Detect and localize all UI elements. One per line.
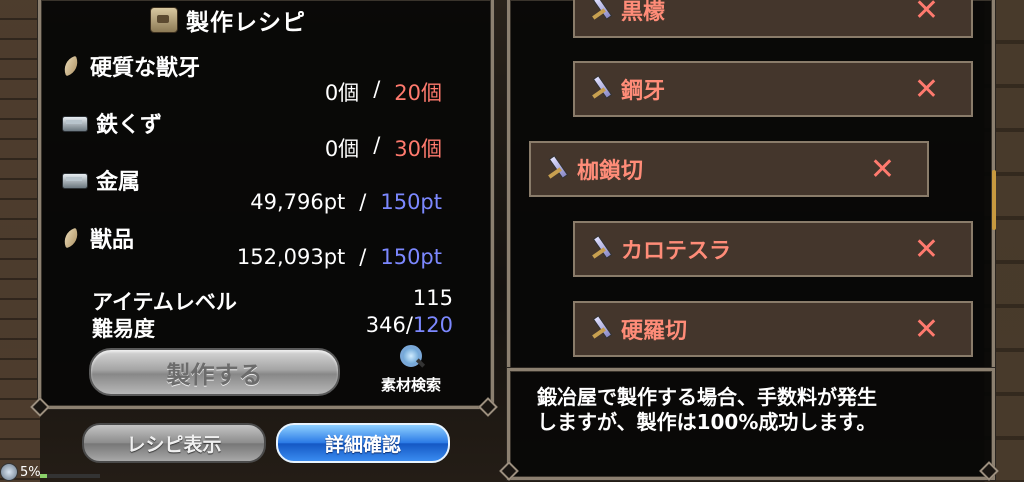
- material-name: 獣品: [90, 228, 135, 253]
- material-name: 硬質な獣牙: [90, 56, 201, 81]
- material-name: 鉄くず: [96, 113, 163, 138]
- material-need: 150pt: [380, 190, 442, 214]
- ingot-icon: [60, 170, 88, 190]
- material-quantity: 49,796pt / 150pt: [250, 190, 442, 214]
- sword-icon: [589, 317, 613, 341]
- material-name: 金属: [96, 170, 141, 195]
- remove-icon[interactable]: ✕: [914, 72, 939, 107]
- recipe-item[interactable]: 黒檬 ✕: [573, 0, 973, 38]
- show-recipe-label: レシピ表示: [126, 433, 222, 456]
- material-name-row: 硬質な獣牙: [60, 50, 200, 82]
- material-have: 152,093pt: [236, 245, 346, 269]
- material-have: 0個: [324, 137, 360, 161]
- status-progress-fill: [40, 474, 48, 478]
- quantity-separator: /: [359, 245, 367, 269]
- description-text: 鍛冶屋で製作する場合、手数料が発生 しますが、製作は100%成功します。: [537, 385, 977, 435]
- quantity-separator: /: [373, 133, 381, 157]
- recipe-name: カロテスラ: [621, 239, 732, 264]
- status-percent: 5%: [20, 464, 41, 480]
- item-level-label: アイテムレベル: [92, 290, 237, 314]
- panel-title: 製作レシピ: [150, 3, 306, 37]
- material-have: 49,796pt: [250, 190, 346, 214]
- details-label: 詳細確認: [324, 433, 401, 456]
- description-line: しますが、製作は100%成功します。: [537, 410, 877, 434]
- sword-icon: [545, 157, 569, 181]
- recipe-item[interactable]: カロテスラ ✕: [573, 221, 973, 277]
- difficulty-value: 346/120: [366, 313, 453, 337]
- remove-icon[interactable]: ✕: [914, 312, 939, 347]
- show-recipe-button[interactable]: レシピ表示: [82, 423, 266, 463]
- magnifier-icon: [398, 344, 424, 370]
- chest-icon: [150, 7, 178, 33]
- quantity-separator: /: [373, 77, 381, 101]
- details-button[interactable]: 詳細確認: [276, 423, 450, 463]
- sword-icon: [589, 237, 613, 261]
- recipe-name: 枷鎖切: [577, 159, 644, 184]
- material-name-row: 鉄くず: [60, 107, 162, 139]
- panel-title-text: 製作レシピ: [186, 10, 306, 36]
- scrollbar[interactable]: [992, 170, 996, 230]
- difficulty-current: 346: [365, 313, 406, 337]
- material-search-button[interactable]: 素材検索: [371, 344, 451, 395]
- status-indicator: 5%: [0, 462, 110, 482]
- remove-icon[interactable]: ✕: [914, 232, 939, 267]
- fang-icon: [60, 228, 82, 248]
- material-name-row: 金属: [60, 164, 140, 196]
- material-need: 20個: [394, 81, 442, 105]
- recipe-name: 黒檬: [621, 0, 666, 25]
- recipe-name: 硬羅切: [621, 319, 688, 344]
- recipe-item[interactable]: 鋼牙 ✕: [573, 61, 973, 117]
- description-line: 鍛冶屋で製作する場合、手数料が発生: [537, 385, 877, 409]
- item-level-value: 115: [412, 286, 453, 310]
- material-name-row: 獣品: [60, 222, 134, 254]
- material-quantity: 152,093pt / 150pt: [237, 245, 442, 269]
- orb-icon: [0, 463, 18, 481]
- quantity-separator: /: [359, 190, 367, 214]
- remove-icon[interactable]: ✕: [870, 152, 895, 187]
- material-need: 150pt: [380, 245, 442, 269]
- sword-icon: [589, 0, 613, 22]
- status-progress-bar: [40, 474, 100, 478]
- fang-icon: [60, 56, 82, 76]
- craft-button[interactable]: 製作する: [89, 348, 340, 396]
- material-search-label: 素材検索: [380, 376, 441, 394]
- material-need: 30個: [394, 137, 442, 161]
- difficulty-label: 難易度: [92, 317, 155, 341]
- material-quantity: 0個 / 30個: [325, 133, 442, 163]
- craft-button-label: 製作する: [166, 360, 263, 389]
- difficulty-slash: /: [405, 313, 413, 337]
- recipe-item[interactable]: 硬羅切 ✕: [573, 301, 973, 357]
- ingot-icon: [60, 113, 88, 133]
- difficulty-max: 120: [412, 313, 453, 337]
- material-quantity: 0個 / 20個: [325, 77, 442, 107]
- recipe-name: 鋼牙: [621, 79, 666, 104]
- recipe-item-selected[interactable]: 枷鎖切 ✕: [529, 141, 929, 197]
- remove-icon[interactable]: ✕: [914, 0, 939, 28]
- sword-icon: [589, 77, 613, 101]
- material-have: 0個: [324, 81, 360, 105]
